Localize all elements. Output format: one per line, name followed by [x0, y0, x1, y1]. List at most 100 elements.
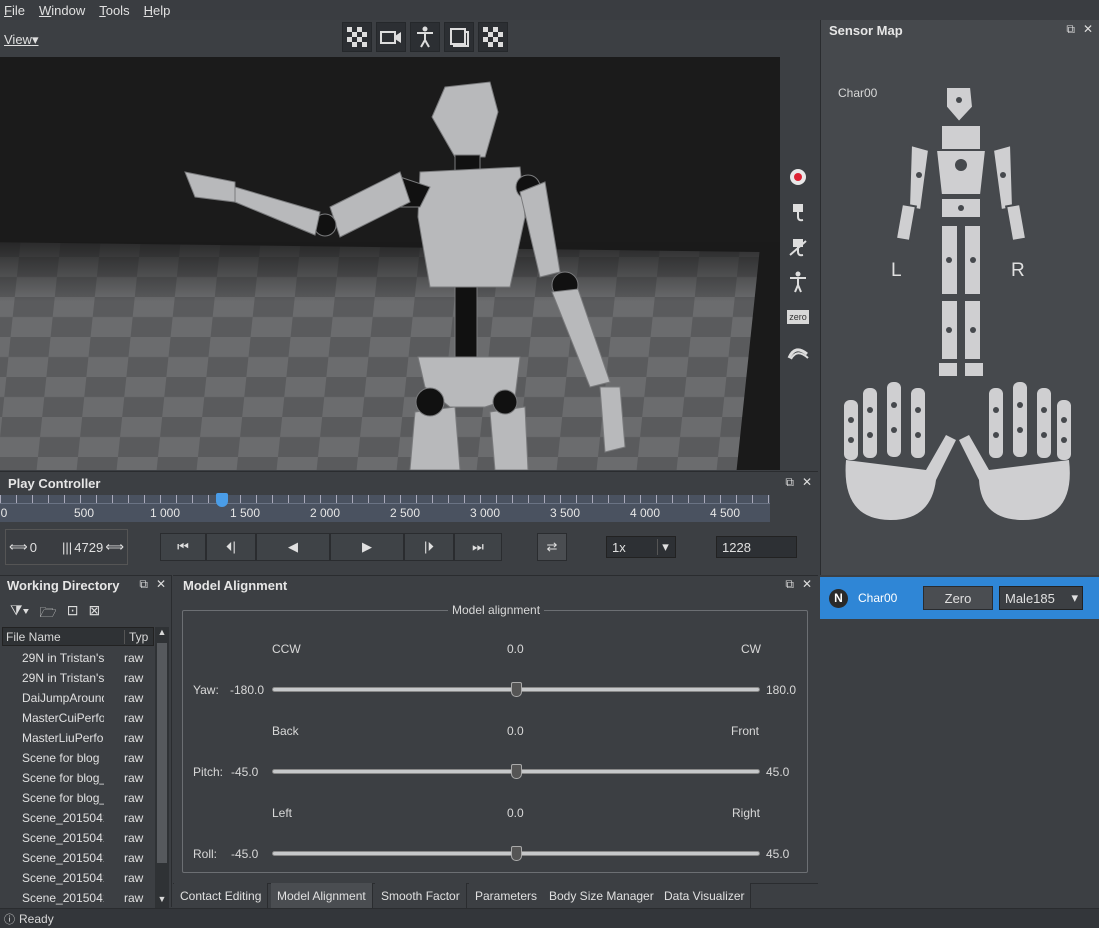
3d-viewport[interactable] — [0, 57, 780, 470]
tpose-button[interactable] — [786, 270, 810, 294]
tab-contact-editing[interactable]: Contact Editing — [174, 883, 269, 908]
info-icon: ⓘ — [4, 913, 15, 926]
skip-start-button[interactable]: ⏮ — [160, 533, 206, 561]
char-label: Char00 — [838, 86, 878, 100]
list-item[interactable]: Scene_20150414... raw — [2, 828, 152, 848]
skip-end-icon: ⏭ — [472, 539, 484, 554]
list-item[interactable]: Scene for blog raw — [2, 748, 152, 768]
list-item[interactable]: Scene for blog_2 raw — [2, 788, 152, 808]
list-item[interactable]: Scene_20150416... raw — [2, 888, 152, 907]
list-item[interactable]: DaiJumpAround raw — [2, 688, 152, 708]
file-type: raw — [124, 731, 144, 745]
frame-field[interactable]: 1228 — [716, 536, 797, 558]
roll-slider-handle[interactable] — [511, 846, 522, 861]
loop-button[interactable]: ⇄ — [537, 533, 567, 561]
list-item[interactable]: Scene for blog_1 raw — [2, 768, 152, 788]
scene-render — [0, 57, 780, 470]
range-bar-icon: ||| — [61, 539, 73, 555]
float-icon[interactable]: ⧉ — [785, 475, 794, 490]
list-item[interactable]: MasterLiuPerfor... raw — [2, 728, 152, 748]
tick-label: 4 000 — [629, 506, 661, 520]
step-back-button[interactable]: ⏴| — [206, 533, 256, 561]
body-sensor-figure — [894, 86, 1028, 378]
play-button[interactable]: ▶ — [330, 533, 404, 561]
tick-label: 2 500 — [389, 506, 421, 520]
view-menu[interactable]: View▾ — [4, 32, 38, 48]
camera-button[interactable] — [376, 22, 406, 52]
close-icon[interactable]: ✕ — [1083, 22, 1093, 37]
zero-character-button[interactable]: Zero — [923, 586, 993, 610]
file-name: Scene_20150414... — [22, 871, 104, 885]
list-item[interactable]: Scene_20150414... raw — [2, 848, 152, 868]
tab-data-visualizer[interactable]: Data Visualizer — [658, 883, 752, 908]
tab-body-size-manager[interactable]: Body Size Manager — [543, 883, 661, 908]
scroll-down-icon[interactable]: ▼ — [155, 894, 169, 908]
connect-button[interactable] — [786, 200, 810, 224]
model-select[interactable]: Male185 ▾ — [999, 586, 1083, 610]
record-button[interactable] — [786, 165, 810, 189]
skip-end-button[interactable]: ⏭ — [454, 533, 502, 561]
column-file-name[interactable]: File Name — [3, 629, 125, 644]
menu-tools[interactable]: Tools — [99, 3, 129, 18]
list-item[interactable]: MasterCuiPerfor... raw — [2, 708, 152, 728]
tab-smooth-factor[interactable]: Smooth Factor — [375, 883, 467, 908]
timeline-labels: 0 500 1 000 1 500 2 000 2 500 3 000 3 50… — [0, 495, 770, 522]
timeline-ruler[interactable]: 0 500 1 000 1 500 2 000 2 500 3 000 3 50… — [0, 493, 770, 522]
open-folder-icon[interactable]: 🗁 — [39, 602, 56, 626]
close-icon[interactable]: ✕ — [802, 577, 812, 592]
play-controller-title: Play Controller — [8, 476, 101, 491]
right-side-label: R — [1011, 260, 1025, 281]
menu-file[interactable]: File — [4, 3, 25, 18]
checker-floor-button[interactable] — [342, 22, 372, 52]
file-type: raw — [124, 811, 144, 825]
frame-button[interactable] — [444, 22, 474, 52]
list-item[interactable]: Scene_20150414... raw — [2, 868, 152, 888]
playhead-handle[interactable] — [216, 493, 229, 507]
close-icon[interactable]: ✕ — [156, 577, 166, 592]
vertical-scrollbar[interactable]: ▲ ▼ — [155, 627, 169, 908]
play-reverse-button[interactable]: ◀ — [256, 533, 330, 561]
menu-help[interactable]: Help — [144, 3, 171, 18]
list-item[interactable]: Scene_20150414... raw — [2, 808, 152, 828]
side-toolbar: zero — [786, 165, 810, 364]
close-icon[interactable]: ✕ — [802, 475, 812, 490]
status-bar: ⓘ Ready — [0, 908, 1099, 928]
settings-file-icon[interactable]: ⊠ — [88, 602, 100, 626]
tick-label: 2 000 — [309, 506, 341, 520]
search-file-icon[interactable]: ⊡ — [67, 602, 79, 626]
float-icon[interactable]: ⧉ — [785, 577, 794, 592]
pitch-slider-handle[interactable] — [511, 764, 522, 779]
float-icon[interactable]: ⧉ — [139, 577, 148, 592]
zero-button[interactable]: zero — [786, 305, 810, 329]
tab-model-alignment[interactable]: Model Alignment — [271, 883, 373, 908]
filter-icon[interactable]: ⧩▾ — [10, 602, 29, 626]
figure-button[interactable] — [410, 22, 440, 52]
tab-parameters[interactable]: Parameters — [469, 883, 545, 908]
list-item[interactable]: 29N in Tristan's ... raw — [2, 648, 152, 668]
float-icon[interactable]: ⧉ — [1066, 22, 1075, 37]
range-end-icon[interactable]: ⟺ — [105, 539, 124, 555]
tick-label: 4 500 — [709, 506, 741, 520]
yaw-slider-handle[interactable] — [511, 682, 522, 697]
column-type[interactable]: Typ — [125, 630, 148, 644]
speed-select[interactable]: 1x ▾ — [606, 536, 676, 558]
yaw-right-label: CW — [741, 642, 761, 656]
menu-window[interactable]: Window — [39, 3, 85, 18]
step-forward-button[interactable]: |⏵ — [404, 533, 454, 561]
file-type: raw — [124, 851, 144, 865]
scroll-up-icon[interactable]: ▲ — [155, 627, 169, 641]
ma-window-buttons: ⧉ ✕ — [785, 577, 812, 592]
grid-button[interactable] — [478, 22, 508, 52]
file-type: raw — [124, 891, 144, 905]
pitch-left-label: Back — [272, 724, 299, 738]
calibrate-button[interactable] — [786, 340, 810, 364]
character-row[interactable]: N Char00 Zero Male185 ▾ — [820, 577, 1099, 619]
scroll-thumb[interactable] — [157, 643, 167, 863]
list-item[interactable]: 29N in Tristan's ... raw — [2, 668, 152, 688]
file-name: Scene_20150414... — [22, 811, 104, 825]
disconnect-button[interactable] — [786, 235, 810, 259]
range-start-icon[interactable]: ⟺ — [9, 539, 28, 555]
range-end[interactable]: 4729 — [74, 540, 103, 555]
roll-max: 45.0 — [766, 847, 790, 861]
range-start[interactable]: 0 — [30, 540, 60, 555]
